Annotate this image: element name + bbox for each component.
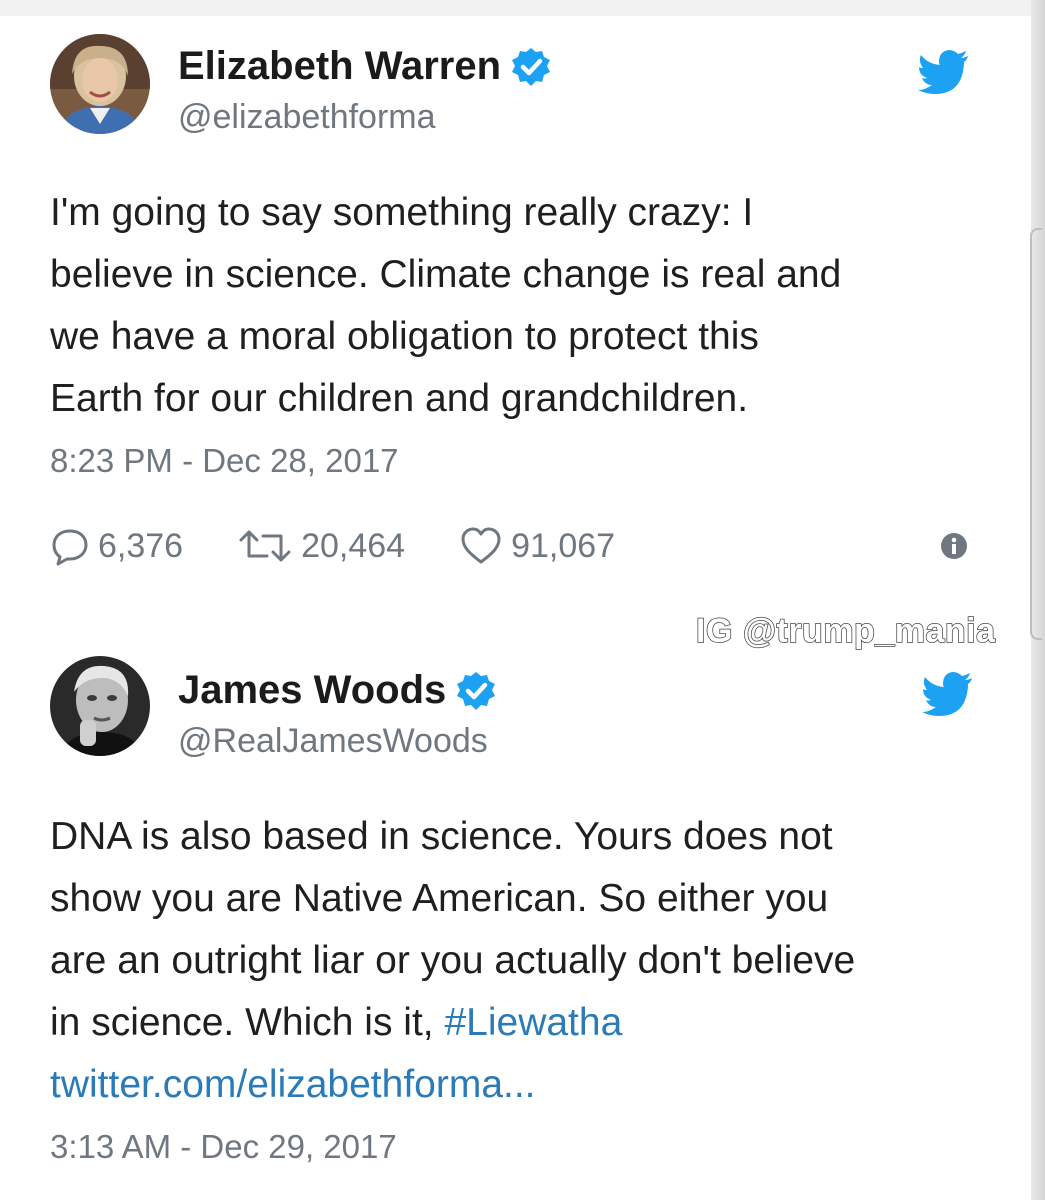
like-count: 91,067 [511,526,616,565]
tweet-text-line: I'm going to say something really crazy:… [50,191,754,234]
retweet-button[interactable]: 20,464 [237,526,405,566]
reply-count: 6,376 [98,526,184,565]
tweet-text: DNA is also based in science. Yours does… [50,806,1000,1116]
tweet-card: James Woods @RealJamesWoods DNA is also … [0,600,1030,1200]
twitter-bird-icon[interactable] [922,672,974,716]
like-button[interactable]: 91,067 [459,526,615,566]
avatar[interactable] [50,656,150,756]
tweet-text-line: believe in science. Climate change is re… [50,253,842,296]
tweet-actions: 6,376 20,464 91,067 [50,524,669,568]
tweet-text-line: are an outright liar or you actually don… [50,939,856,982]
man-bw-portrait-avatar-icon [50,656,150,756]
retweet-count: 20,464 [301,526,406,565]
reply-button[interactable]: 6,376 [50,526,183,566]
verified-badge-icon [512,47,551,86]
user-handle[interactable]: @RealJamesWoods [178,722,488,761]
user-handle[interactable]: @elizabethforma [178,98,436,137]
hashtag-link[interactable]: #Liewatha [444,1001,622,1044]
tweet-text-line: DNA is also based in science. Yours does… [50,815,833,858]
tweet-text-line: show you are Native American. So either … [50,877,829,920]
reply-icon [52,529,88,566]
tweet-text-fragment: in science. Which is it, [50,1001,445,1044]
tweet-text-line: we have a moral obligation to protect th… [50,315,759,358]
scrollbar[interactable] [1030,228,1042,640]
display-name-text[interactable]: James Woods [178,668,446,713]
tweet-timestamp[interactable]: 3:13 AM - Dec 29, 2017 [50,1128,397,1166]
like-heart-icon [461,527,501,564]
avatar[interactable] [50,34,150,134]
tweet-timestamp[interactable]: 8:23 PM - Dec 28, 2017 [50,442,399,480]
verified-badge-icon [457,671,496,710]
display-name[interactable]: Elizabeth Warren [178,44,551,89]
tweet-text-line: in science. Which is it, #Liewatha [50,992,1000,1054]
quoted-tweet-link[interactable]: twitter.com/elizabethforma... [50,1054,1000,1116]
retweet-icon [239,530,291,562]
twitter-bird-icon[interactable] [918,50,970,94]
woman-portrait-avatar-icon [50,34,150,134]
tweet-text-line: Earth for our children and grandchildren… [50,377,749,420]
info-icon[interactable] [940,532,968,560]
tweet-text: I'm going to say something really crazy:… [50,182,1000,430]
display-name-text[interactable]: Elizabeth Warren [178,44,501,89]
display-name[interactable]: James Woods [178,668,496,713]
tweet-card: Elizabeth Warren @elizabethforma I'm goi… [0,0,1030,600]
